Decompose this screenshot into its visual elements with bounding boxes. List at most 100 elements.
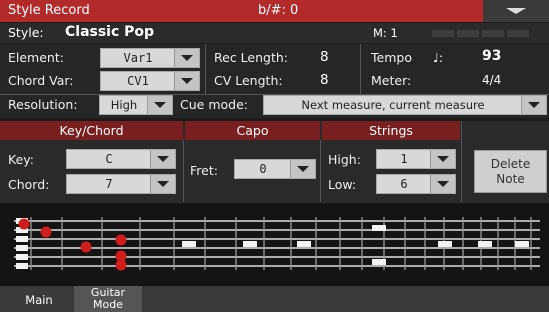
fret-inlay-marker [297,241,311,247]
fret-inlay-marker [438,241,452,247]
key-select[interactable]: C [66,149,176,169]
measure-indicator [482,30,504,37]
chord-var-value: CV1 [127,74,149,88]
open-string-marker [16,245,28,251]
note-dot [115,234,127,246]
tempo-value[interactable]: 93 [482,48,501,64]
chevron-down-icon [157,181,169,187]
high-string-label: High: [328,152,361,167]
strings-header: Strings [322,121,460,140]
delete-note-button[interactable]: Delete Note [474,150,547,193]
cue-mode-value: Next measure, current measure [301,98,485,112]
key-label: Key: [8,152,34,167]
divider [205,44,206,94]
style-name[interactable]: Classic Pop [65,24,154,40]
divider [183,140,184,202]
tab-main[interactable]: Main [8,286,70,312]
low-string-dropdown-button[interactable] [430,175,455,193]
chord-label: Chord: [8,177,50,192]
chord-dropdown-button[interactable] [150,175,175,193]
rec-length-value[interactable]: 8 [320,49,329,65]
high-string-dropdown-button[interactable] [430,150,455,168]
key-dropdown-button[interactable] [150,150,175,168]
delete-note-label-line1: Delete [490,157,531,171]
tab-bar: Main Guitar Mode [0,286,549,312]
open-string-marker [16,236,28,242]
meter-value: 4/4 [482,73,502,87]
capo-fret-select[interactable]: 0 [234,159,316,179]
resolution-dropdown-button[interactable] [147,96,172,114]
resolution-label: Resolution: [8,97,78,112]
cue-mode-dropdown-button[interactable] [521,96,546,114]
measure-indicator [457,30,479,37]
measure-readout: M: 1 [373,26,398,40]
meter-label: Meter: [371,73,412,88]
fret-label: Fret: [190,163,218,178]
chevron-down-icon [154,102,166,108]
page-title: Style Record [8,3,90,18]
chord-select[interactable]: 7 [66,174,176,194]
chevron-down-icon [181,78,193,84]
note-dot [115,259,127,271]
fret-inlay-marker [478,241,492,247]
capo-fret-value: 0 [259,162,267,176]
measure-indicator [432,30,454,37]
key-chord-header: Key/Chord [0,121,183,140]
capo-fret-dropdown-button[interactable] [290,160,315,178]
element-select[interactable]: Var1 [100,48,200,68]
chevron-down-icon [297,166,309,172]
element-dropdown-button[interactable] [174,49,199,67]
quarter-note-icon: ♩: [433,50,444,65]
cv-length-value[interactable]: 8 [320,72,329,88]
high-string-select[interactable]: 1 [376,149,456,169]
chord-var-label: Chord Var: [8,73,74,88]
chevron-down-icon [506,8,526,14]
fret-inlay-marker [372,259,386,265]
open-string-marker [16,254,28,260]
title-bar: Style Record b/#: 0 [0,0,549,22]
divider [461,121,462,202]
style-row: Style: Classic Pop M: 1 [0,23,549,43]
note-dot [18,218,30,230]
divider [320,140,321,202]
low-string-label: Low: [328,177,357,192]
note-dot [80,241,92,253]
style-label: Style: [8,25,44,40]
rec-length-label: Rec Length: [214,50,288,65]
tempo-label: Tempo [371,50,412,65]
divider [360,44,361,94]
open-string-marker [16,263,28,269]
element-label: Element: [8,50,64,65]
chevron-down-icon [157,156,169,162]
fret-inlay-marker [515,241,529,247]
low-string-select[interactable]: 6 [376,174,456,194]
fretboard-panel [0,204,549,286]
cv-length-label: CV Length: [214,73,283,88]
cue-mode-select[interactable]: Next measure, current measure [263,95,547,115]
fret-inlay-marker [372,225,386,231]
cue-mode-label: Cue mode: [180,97,248,112]
chord-var-select[interactable]: CV1 [100,71,200,91]
resolution-value: High [110,98,138,112]
capo-header: Capo [185,121,320,140]
key-value: C [105,152,113,166]
chevron-down-icon [528,102,540,108]
tab-guitar-mode-label-line2: Mode [93,298,123,311]
measure-indicator [507,30,529,37]
transpose-readout: b/#: 0 [258,3,299,18]
chevron-down-icon [181,55,193,61]
low-string-value: 6 [400,177,408,191]
chevron-down-icon [437,156,449,162]
element-value: Var1 [123,51,153,65]
page-menu-button[interactable] [483,0,549,22]
note-dot [40,226,52,238]
resolution-select[interactable]: High [99,95,173,115]
fretboard[interactable] [0,204,549,286]
chord-var-dropdown-button[interactable] [174,72,199,90]
tab-guitar-mode[interactable]: Guitar Mode [74,286,142,312]
fret-inlay-marker [182,241,196,247]
high-string-value: 1 [400,152,408,166]
delete-note-label-line2: Note [496,172,525,186]
fret-inlay-marker [243,241,257,247]
chord-value: 7 [105,177,113,191]
